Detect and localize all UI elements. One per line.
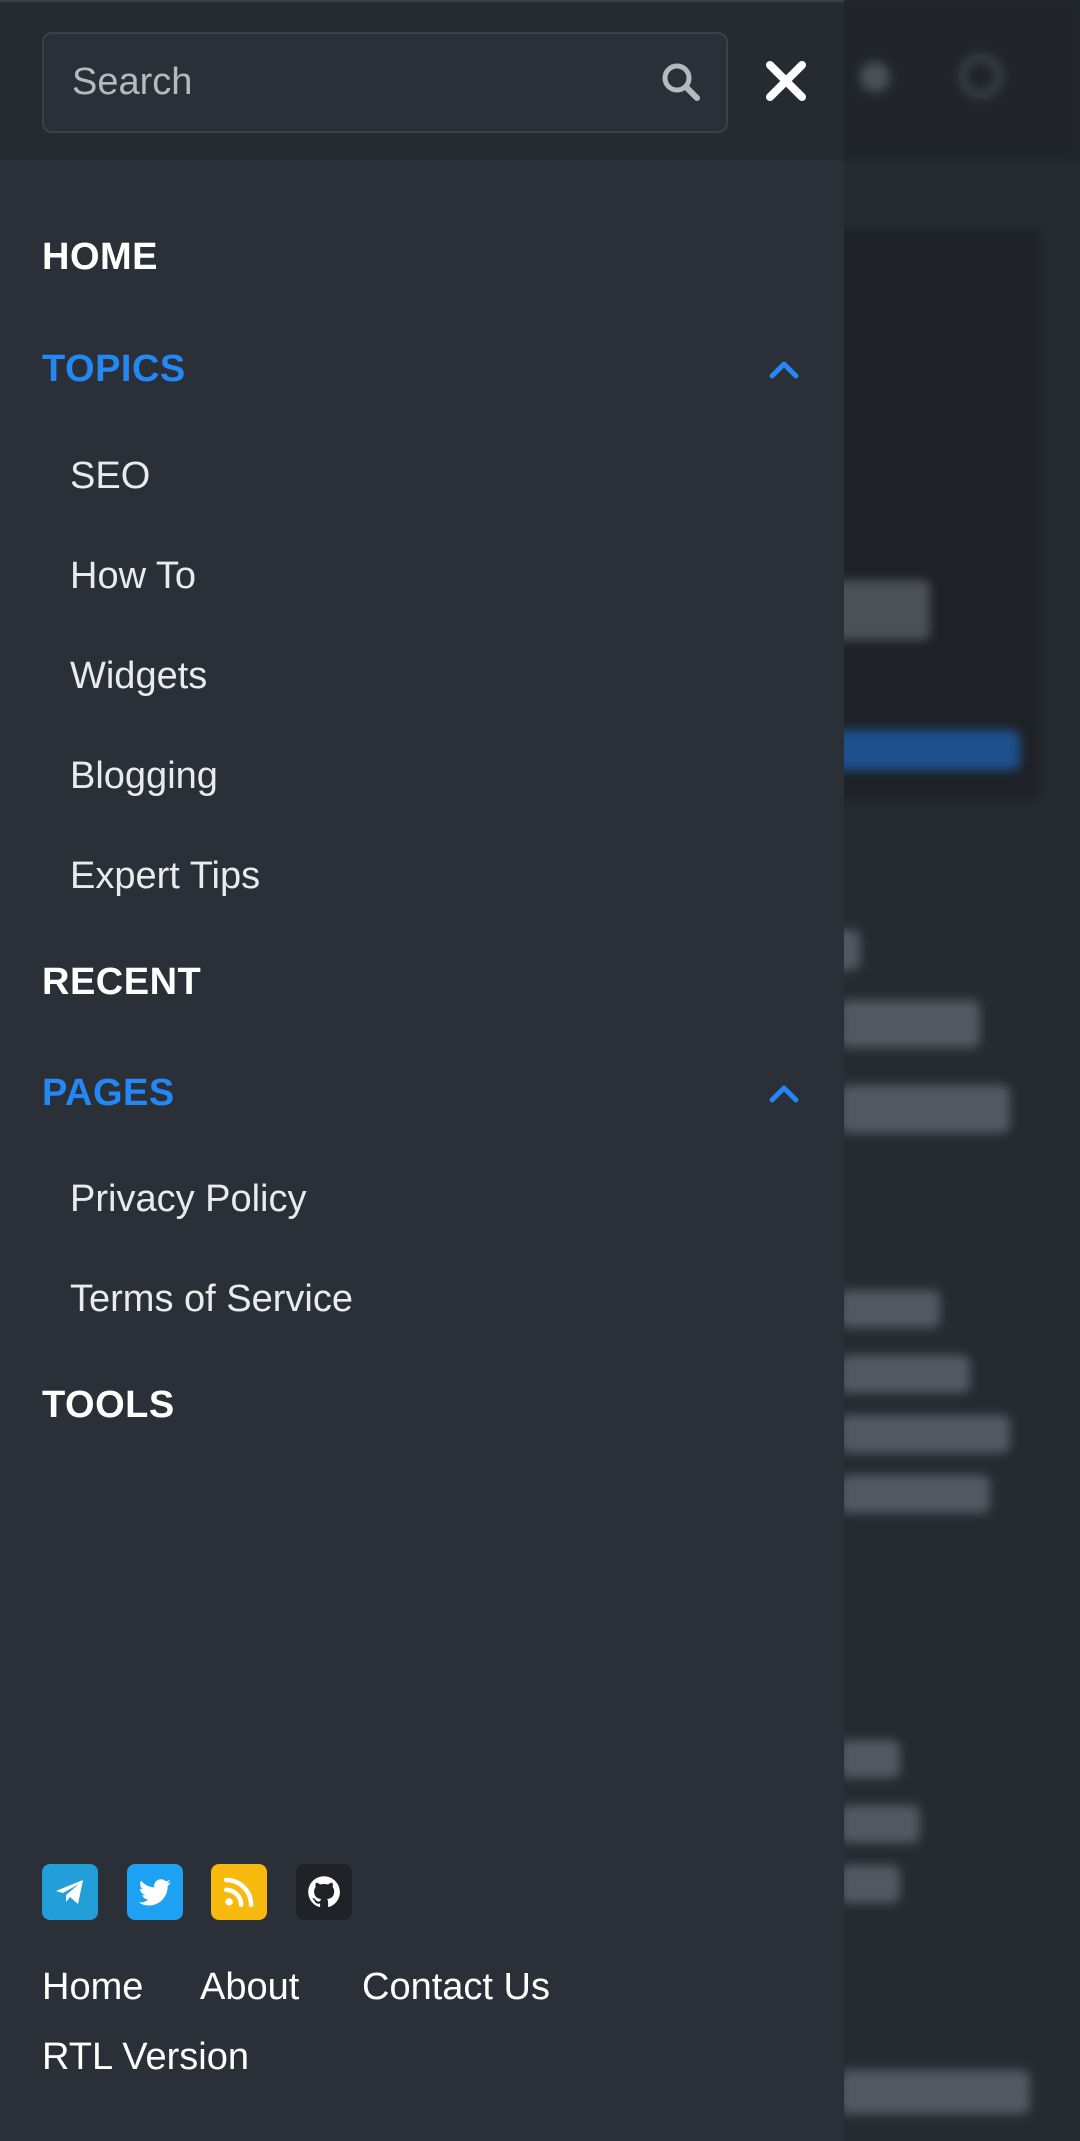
submenu-item-blogging[interactable]: Blogging (70, 755, 218, 798)
background-card-link (830, 730, 1020, 770)
submenu-item-privacy-policy[interactable]: Privacy Policy (70, 1178, 307, 1221)
footer-link-home[interactable]: Home (42, 1966, 143, 2009)
nav-item-tools[interactable]: TOOLS (42, 1384, 802, 1427)
footer-link-rtl-version[interactable]: RTL Version (42, 2036, 249, 2079)
chevron-up-icon[interactable] (766, 1076, 802, 1112)
background-text-line (840, 1000, 980, 1048)
submenu-item-widgets[interactable]: Widgets (70, 655, 207, 698)
background-dot-icon (860, 62, 890, 92)
close-icon[interactable] (762, 57, 810, 105)
chevron-up-icon[interactable] (766, 352, 802, 388)
telegram-icon[interactable] (42, 1864, 98, 1920)
submenu-item-terms-of-service[interactable]: Terms of Service (70, 1278, 353, 1321)
submenu-item-how-to[interactable]: How To (70, 555, 196, 598)
search-box[interactable] (42, 32, 728, 133)
footer-link-contact-us[interactable]: Contact Us (362, 1966, 550, 2009)
search-input[interactable] (72, 34, 632, 131)
nav-item-pages[interactable]: PAGES (42, 1072, 802, 1115)
nav-item-pages-label: PAGES (42, 1072, 175, 1114)
background-text-line (840, 1290, 940, 1328)
search-icon[interactable] (659, 60, 703, 104)
background-text-line (840, 1805, 920, 1843)
rss-icon[interactable] (211, 1864, 267, 1920)
background-text-line (840, 2070, 1030, 2114)
background-text-line (840, 1475, 990, 1513)
background-text-line (840, 1740, 900, 1778)
nav-item-home[interactable]: HOME (42, 236, 802, 279)
drawer-header (0, 0, 844, 160)
twitter-icon[interactable] (127, 1864, 183, 1920)
background-text-line (840, 1355, 970, 1393)
submenu-item-seo[interactable]: SEO (70, 455, 150, 498)
nav-item-topics-label: TOPICS (42, 348, 186, 390)
navigation-drawer: HOME TOPICS SEO How To Widgets Blogging … (0, 0, 844, 2141)
background-text-line (840, 1085, 1010, 1133)
background-search-icon (960, 55, 1002, 97)
submenu-item-expert-tips[interactable]: Expert Tips (70, 855, 260, 898)
background-text-line (840, 1865, 900, 1903)
nav-item-recent[interactable]: RECENT (42, 961, 802, 1004)
github-icon[interactable] (296, 1864, 352, 1920)
nav-item-topics[interactable]: TOPICS (42, 348, 802, 391)
footer-link-about[interactable]: About (200, 1966, 299, 2009)
background-text-line (840, 1415, 1010, 1453)
